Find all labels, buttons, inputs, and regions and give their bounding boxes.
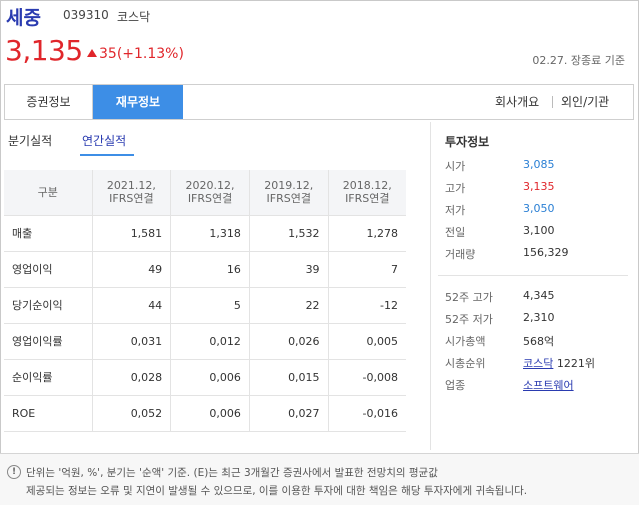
financial-table: 구분 2021.12, IFRS연결 2020.12, IFRS연결 2019.12… xyxy=(4,170,406,432)
table-cell: -0,016 xyxy=(328,394,406,432)
footer-line-1: 단위는 '억원, %', 분기는 '순액' 기준. (E)는 최근 3개월간 증… xyxy=(26,467,438,479)
main-tabs: 증권정보 재무정보 회사개요 외인/기관 xyxy=(4,84,634,120)
price-change: 35(+1.13%) xyxy=(99,46,184,62)
stock-code: 039310 xyxy=(63,8,109,22)
header-basis: IFRS연결 xyxy=(187,192,233,206)
inv-key: 시가총액 xyxy=(445,335,486,348)
tab-financial-info[interactable]: 재무정보 xyxy=(93,85,183,119)
header-period: 2018.12, xyxy=(342,179,392,193)
inv-key: 시가 xyxy=(445,160,466,173)
inv-value: 568억 xyxy=(523,335,555,348)
table-cell: 22 xyxy=(249,286,329,323)
table-cell: 1,318 xyxy=(170,214,250,251)
table-header: 2019.12, IFRS연결 xyxy=(249,170,329,215)
table-cell: 0,052 xyxy=(92,394,172,432)
inv-key: 저가 xyxy=(445,204,466,217)
header-period: 2020.12, xyxy=(185,179,235,193)
table-row: 영업이익 49 16 39 7 xyxy=(4,250,406,287)
table-cell: 0,031 xyxy=(92,322,172,359)
table-cell: 0,026 xyxy=(249,322,329,359)
table-header-row: 구분 2021.12, IFRS연결 2020.12, IFRS연결 2019.12… xyxy=(4,170,406,215)
table-header: 2020.12, IFRS연결 xyxy=(170,170,250,215)
table-cell: 0,028 xyxy=(92,358,172,395)
as-of-time: 02.27. 장종료 기준 xyxy=(532,54,625,67)
table-cell: 0,027 xyxy=(249,394,329,432)
table-cell: 1,278 xyxy=(328,214,406,251)
header-period: 2019.12, xyxy=(264,179,314,193)
inv-divider xyxy=(438,275,628,276)
market-link[interactable]: 코스닥 xyxy=(523,357,553,370)
inv-key: 거래량 xyxy=(445,248,476,261)
tab-stock-info[interactable]: 증권정보 xyxy=(5,85,93,119)
inv-value: 3,100 xyxy=(523,224,555,237)
footer-line-2: 제공되는 정보는 오류 및 지연이 발생될 수 있으므로, 이를 이용한 투자에… xyxy=(26,485,528,497)
table-row: ROE 0,052 0,006 0,027 -0,016 xyxy=(4,394,406,432)
table-cell: 0,012 xyxy=(170,322,250,359)
inv-value: 2,310 xyxy=(523,311,555,324)
header-basis: IFRS연결 xyxy=(266,192,311,206)
table-cell: 16 xyxy=(170,250,250,287)
subtab-quarterly[interactable]: 분기실적 xyxy=(8,132,52,149)
inv-value-group: 코스닥 1221위 xyxy=(523,355,595,371)
row-label: ROE xyxy=(4,394,93,432)
table-row: 순이익률 0,028 0,006 0,015 -0,008 xyxy=(4,358,406,395)
row-label: 매출 xyxy=(4,214,93,251)
table-cell: 0,006 xyxy=(170,358,250,395)
current-price: 3,135 xyxy=(5,34,83,67)
inv-value: 3,135 xyxy=(523,180,555,193)
up-arrow-icon xyxy=(87,49,97,57)
table-cell: 5 xyxy=(170,286,250,323)
inv-key: 전일 xyxy=(445,226,466,239)
table-row: 매출 1,581 1,318 1,532 1,278 xyxy=(4,214,406,251)
stock-header: 세중 039310 코스닥 3,135 35(+1.13%) 02.27. 장종… xyxy=(0,0,639,80)
header-period: 2021.12, xyxy=(106,179,156,193)
stock-name[interactable]: 세중 xyxy=(6,3,41,30)
header-basis: IFRS연결 xyxy=(345,192,390,206)
row-label: 영업이익 xyxy=(4,250,93,287)
header-basis: IFRS연결 xyxy=(109,192,154,206)
table-cell: -12 xyxy=(328,286,406,323)
inv-key: 52주 저가 xyxy=(445,313,493,326)
investment-title: 투자정보 xyxy=(445,135,490,149)
table-header: 2021.12, IFRS연결 xyxy=(92,170,172,215)
tab-divider xyxy=(552,96,553,108)
stock-market: 코스닥 xyxy=(117,10,151,24)
inv-value: 3,050 xyxy=(523,202,555,215)
row-label: 순이익률 xyxy=(4,358,93,395)
inv-value: 3,085 xyxy=(523,158,555,171)
table-cell: 39 xyxy=(249,250,329,287)
inv-key: 52주 고가 xyxy=(445,291,493,304)
inv-value: 4,345 xyxy=(523,289,555,302)
tab-company-overview[interactable]: 회사개요 xyxy=(495,85,539,119)
header-label: 구분 xyxy=(37,185,58,199)
footer-note: ! 단위는 '억원, %', 분기는 '순액' 기준. (E)는 최근 3개월간… xyxy=(0,453,639,505)
table-header: 구분 xyxy=(4,170,93,215)
rank-value: 1221위 xyxy=(556,357,595,370)
table-row: 영업이익률 0,031 0,012 0,026 0,005 xyxy=(4,322,406,359)
panel-divider xyxy=(430,122,431,450)
table-header: 2018.12, IFRS연결 xyxy=(328,170,406,215)
inv-key: 고가 xyxy=(445,182,466,195)
table-cell: -0,008 xyxy=(328,358,406,395)
table-cell: 1,532 xyxy=(249,214,329,251)
table-cell: 49 xyxy=(92,250,172,287)
industry-link[interactable]: 소프트웨어 xyxy=(523,377,574,393)
row-label: 당기순이익 xyxy=(4,286,93,323)
subtab-active-indicator xyxy=(80,154,134,156)
row-label: 영업이익률 xyxy=(4,322,93,359)
info-icon: ! xyxy=(7,465,21,479)
subtab-annual[interactable]: 연간실적 xyxy=(82,132,126,149)
table-cell: 0,005 xyxy=(328,322,406,359)
table-cell: 7 xyxy=(328,250,406,287)
inv-key: 시총순위 xyxy=(445,357,486,370)
inv-key: 업종 xyxy=(445,379,466,392)
table-cell: 0,006 xyxy=(170,394,250,432)
table-row: 당기순이익 44 5 22 -12 xyxy=(4,286,406,323)
inv-value: 156,329 xyxy=(523,246,569,259)
tab-foreign-institution[interactable]: 외인/기관 xyxy=(561,85,609,119)
table-cell: 44 xyxy=(92,286,172,323)
table-cell: 1,581 xyxy=(92,214,172,251)
table-cell: 0,015 xyxy=(249,358,329,395)
